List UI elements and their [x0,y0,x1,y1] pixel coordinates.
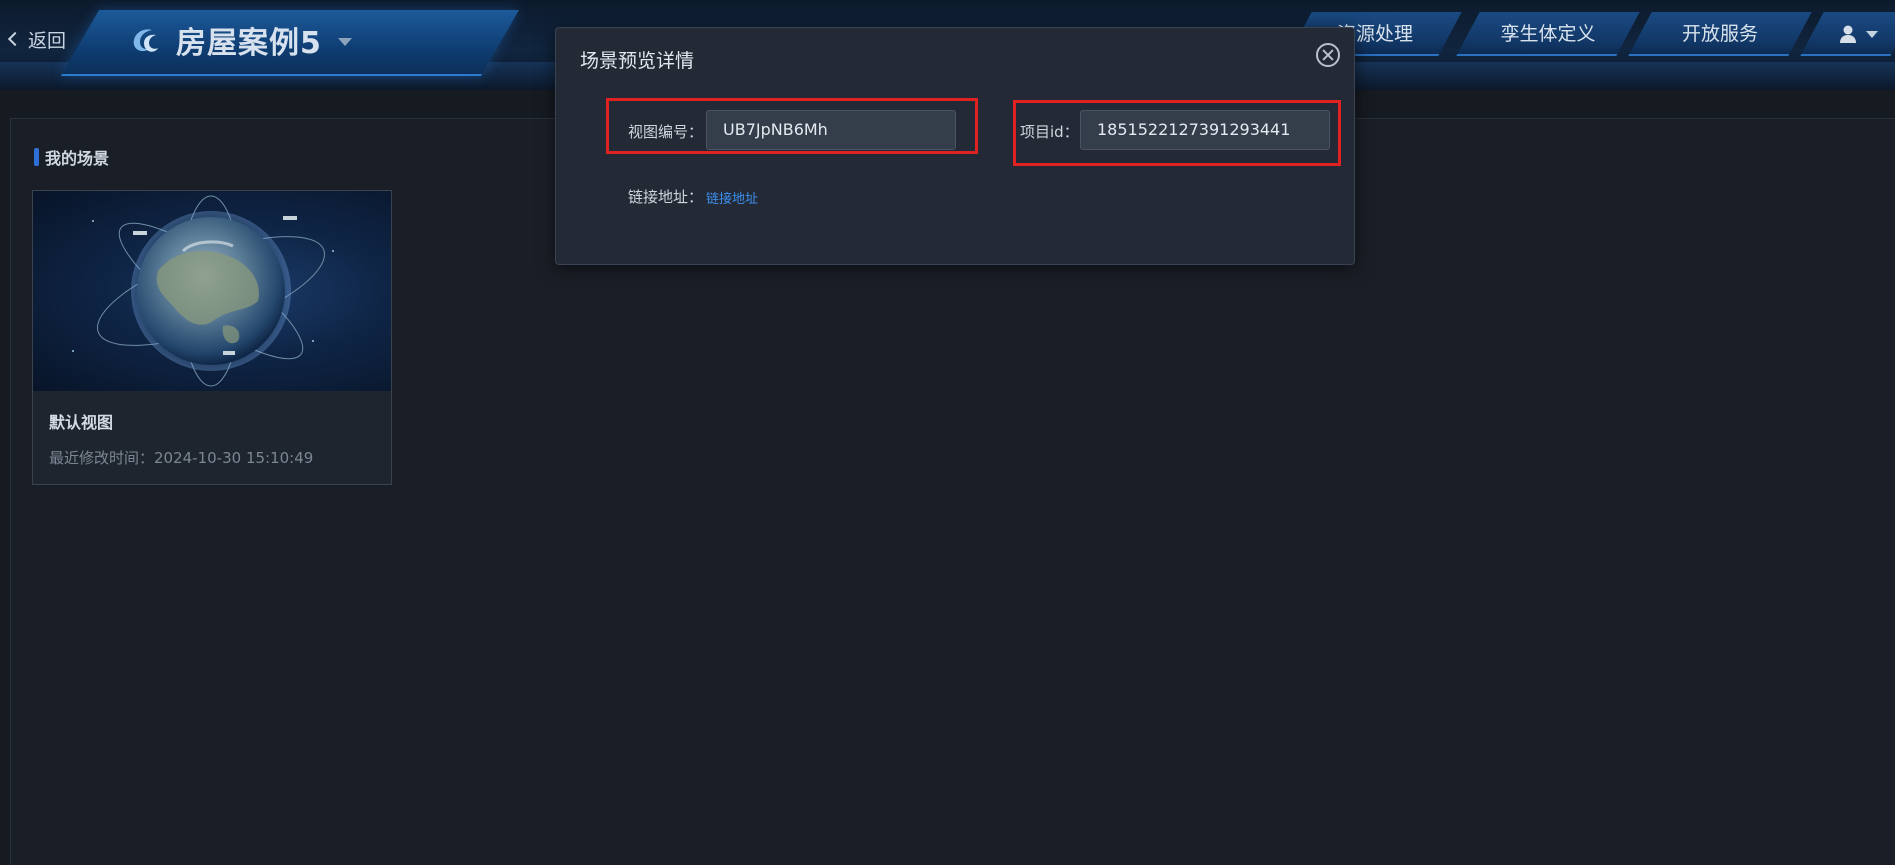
project-switcher[interactable]: 房屋案例5 [128,18,352,62]
user-menu[interactable] [1800,12,1895,56]
chevron-left-icon [7,31,23,47]
scene-preview-modal: 场景预览详情 视图编号： UB7JpNB6Mh 项目id： 1851522127… [555,27,1355,265]
card-modified-time: 最近修改时间：2024-10-30 15:10:49 [49,449,314,467]
section-accent-bar [34,148,39,166]
globe-image [72,195,334,387]
section-title: 我的场景 [45,149,110,168]
logo-icon [128,23,162,57]
back-label: 返回 [28,29,67,52]
scene-thumbnail [33,191,391,391]
caret-down-icon[interactable] [337,38,352,46]
user-icon [1840,25,1856,43]
project-title: 房屋案例5 [176,26,322,61]
tab-open-service[interactable]: 开放服务 [1628,12,1812,56]
link-address[interactable]: 链接地址 [706,188,758,207]
back-button[interactable]: 返回 [7,24,67,54]
link-label: 链接地址： [628,188,704,206]
caret-down-icon [1866,31,1878,38]
section-heading: 我的场景 [34,145,109,169]
project-id-field[interactable]: 1851522127391293441 [1080,110,1330,150]
view-id-label: 视图编号： [628,123,704,141]
card-title: 默认视图 [49,413,114,432]
tab-twin-definition[interactable]: 孪生体定义 [1456,12,1640,56]
close-icon[interactable] [1316,43,1340,67]
project-id-label: 项目id： [1020,123,1079,141]
modal-title: 场景预览详情 [580,50,695,72]
scene-card[interactable]: 默认视图 最近修改时间：2024-10-30 15:10:49 [32,190,392,485]
view-id-field[interactable]: UB7JpNB6Mh [706,110,956,150]
tab-label: 开放服务 [1681,23,1758,45]
tab-label: 孪生体定义 [1500,23,1596,45]
app: 返回 房屋案例5 资源处理 孪生体定义 开放服务 我的场景 默认视图 最近修改时… [0,0,1895,865]
